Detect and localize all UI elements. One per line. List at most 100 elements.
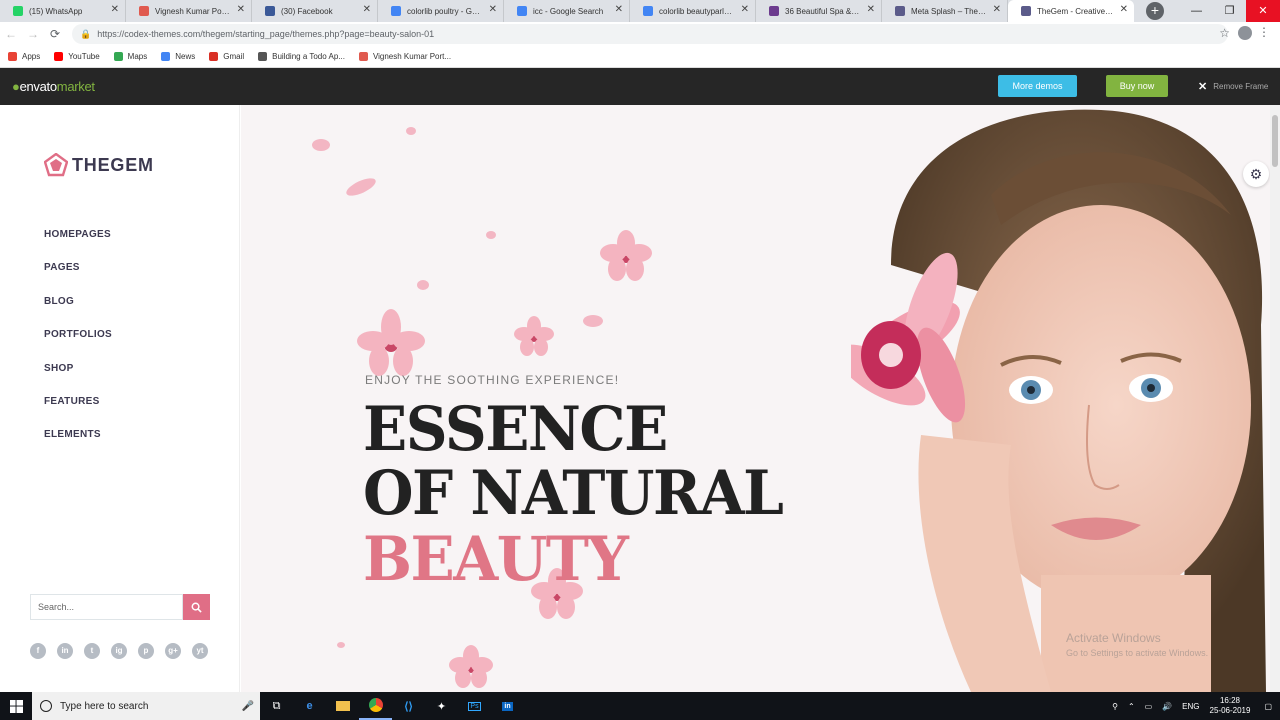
window-controls: — ❐ ✕ [1180,0,1280,22]
settings-gear-icon[interactable]: ⚙ [1243,161,1269,187]
page-scrollbar[interactable] [1270,105,1280,692]
bookmark-item[interactable]: Building a Todo Ap... [258,52,345,61]
envato-market-logo[interactable]: ●envatomarket [12,79,95,94]
profile-avatar[interactable] [1238,26,1252,40]
envato-logo-text: envato [19,79,58,94]
envato-leaf-icon: ● [12,79,20,94]
thegem-logo[interactable]: THEGEM [44,153,154,177]
browser-tab[interactable]: colorlib beautyparlour ✕ [630,0,756,22]
logo-text: THEGEM [72,154,154,175]
edge-browser-icon[interactable]: e [293,692,326,720]
microphone-icon[interactable]: 🎤 [242,701,254,712]
bookmark-star-icon[interactable]: ☆ [1219,26,1230,40]
browser-tab[interactable]: (30) Facebook ✕ [252,0,378,22]
bookmark-label: Building a Todo Ap... [272,52,345,61]
chrome-menu-icon[interactable]: ⋮ [1258,25,1270,39]
nav-item-portfolios[interactable]: PORTFOLIOS [44,329,112,362]
activate-windows-sub: Go to Settings to activate Windows. [1066,648,1209,658]
clock-date: 25-06-2019 [1209,706,1251,715]
browser-tab[interactable]: icc - Google Search ✕ [504,0,630,22]
minimize-button[interactable]: — [1180,0,1213,22]
bookmark-favicon-icon [209,52,219,61]
browser-tab[interactable]: 36 Beautiful Spa & Beauty ✕ [756,0,882,22]
vscode-icon[interactable]: ⟨⟩ [392,692,425,720]
remove-frame-link[interactable]: ✕ Remove Frame [1198,80,1268,93]
buy-now-button[interactable]: Buy now [1106,75,1168,97]
browser-tab[interactable]: colorlib poultry - Google ✕ [378,0,504,22]
task-view-icon[interactable]: ⧉ [260,692,293,720]
browser-tab[interactable]: (15) WhatsApp ✕ [0,0,126,22]
site-sidebar: THEGEM HOMEPAGES PAGES BLOG PORTFOLIOS SHOP F… [0,105,240,692]
tab-close-icon[interactable]: ✕ [111,5,119,15]
tab-close-icon[interactable]: ✕ [1120,5,1128,15]
bookmark-item[interactable]: Apps [8,52,40,61]
close-window-button[interactable]: ✕ [1246,0,1280,22]
bookmark-item[interactable]: YouTube [54,52,100,61]
orchid-flower [851,252,966,423]
language-indicator[interactable]: ENG [1182,702,1199,711]
taskbar-search-placeholder: Type here to search [60,700,149,712]
nav-item-pages[interactable]: PAGES [44,262,112,295]
reload-icon[interactable]: ⟳ [44,23,66,45]
volume-icon[interactable]: 🔊 [1162,702,1172,711]
search-input[interactable]: Search... [30,594,183,620]
bookmark-item[interactable]: News [161,52,195,61]
bookmark-item[interactable]: Maps [113,52,147,61]
tab-close-icon[interactable]: ✕ [993,5,1001,15]
app-icon[interactable]: ✦ [425,692,458,720]
photoshop-icon[interactable]: Ps [458,692,491,720]
nav-item-homepages[interactable]: HOMEPAGES [44,229,112,262]
cortana-circle-icon [40,700,52,712]
forward-icon[interactable]: → [22,23,44,45]
file-explorer-icon[interactable] [326,692,359,720]
back-icon[interactable]: ← [0,23,22,45]
taskbar-search-box[interactable]: Type here to search 🎤 [32,692,260,720]
facebook-icon[interactable]: f [30,643,46,659]
chrome-taskbar-icon[interactable] [359,692,392,720]
scrollbar-thumb[interactable] [1272,115,1278,167]
bookmark-item[interactable]: Vignesh Kumar Port... [358,52,451,61]
address-bar[interactable]: 🔒 https://codex-themes.com/thegem/starti… [72,24,1228,44]
tab-title: 36 Beautiful Spa & Beauty [785,6,861,16]
action-center-icon[interactable]: ▢ [1264,702,1272,711]
search-button[interactable] [183,594,210,620]
linkedin-icon[interactable]: in [57,643,73,659]
browser-tab[interactable]: Vignesh Kumar Portfolio ✕ [126,0,252,22]
youtube-icon[interactable]: yt [192,643,208,659]
network-icon[interactable]: ▭ [1145,702,1153,711]
bookmark-item[interactable]: Gmail [209,52,244,61]
tab-favicon-icon [769,6,779,16]
tab-title: colorlib poultry - Google [407,6,483,16]
main-nav: HOMEPAGES PAGES BLOG PORTFOLIOS SHOP FEATURES… [44,229,112,463]
tab-close-icon[interactable]: ✕ [363,5,371,15]
nav-item-elements[interactable]: ELEMENTS [44,429,112,462]
hero-tagline: ENJOY THE SOOTHING EXPERIENCE! [365,373,620,387]
nav-item-blog[interactable]: BLOG [44,296,112,329]
tab-close-icon[interactable]: ✕ [237,5,245,15]
tab-title: colorlib beautyparlour [659,6,735,16]
tab-title: icc - Google Search [533,6,604,16]
tab-favicon-icon [895,6,905,16]
more-demos-button[interactable]: More demos [998,75,1077,97]
browser-tab[interactable]: TheGem - Creative Mult ✕ [1008,0,1134,22]
nav-item-features[interactable]: FEATURES [44,396,112,429]
bookmark-label: Apps [22,52,41,61]
tab-close-icon[interactable]: ✕ [489,5,497,15]
tab-close-icon[interactable]: ✕ [741,5,749,15]
googleplus-icon[interactable]: g+ [165,643,181,659]
browser-toolbar: ← → ⟳ 🔒 https://codex-themes.com/thegem/… [0,22,1280,46]
tab-close-icon[interactable]: ✕ [615,5,623,15]
windows-start-button[interactable] [0,692,32,720]
pinterest-icon[interactable]: p [138,643,154,659]
instagram-icon[interactable]: ig [111,643,127,659]
taskbar-clock[interactable]: 16:28 25-06-2019 [1210,696,1251,716]
new-tab-button[interactable]: + [1146,2,1164,20]
tab-close-icon[interactable]: ✕ [867,5,875,15]
tray-chevron-icon[interactable]: ⌃ [1128,702,1135,711]
linkedin-icon[interactable]: in [491,692,524,720]
maximize-button[interactable]: ❐ [1213,0,1246,22]
browser-tab[interactable]: Meta Splash – TheGem ✕ [882,0,1008,22]
twitter-icon[interactable]: t [84,643,100,659]
nav-item-shop[interactable]: SHOP [44,363,112,396]
people-icon[interactable]: ⚲ [1112,702,1118,711]
